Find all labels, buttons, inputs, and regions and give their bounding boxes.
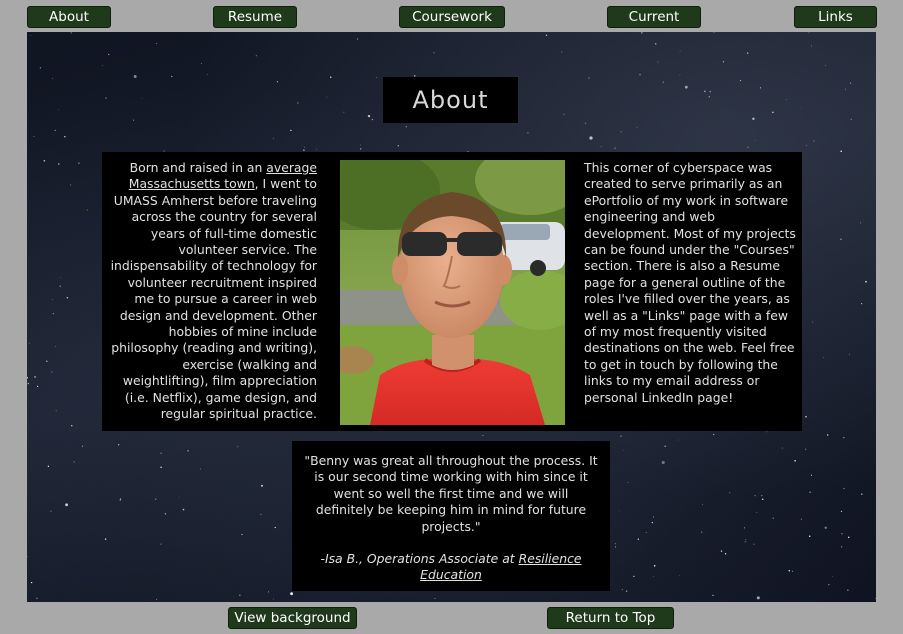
- nav-links-button[interactable]: Links: [794, 6, 877, 28]
- nav-about-button[interactable]: About: [27, 6, 111, 28]
- view-background-button[interactable]: View background: [228, 607, 357, 629]
- page-title: About: [383, 77, 518, 123]
- nav-resume-button[interactable]: Resume: [213, 6, 297, 28]
- attribution-prefix: -Isa B., Operations Associate at: [320, 551, 519, 566]
- starfield-background: About Born and raised in an average Mass…: [27, 32, 876, 602]
- return-to-top-button[interactable]: Return to Top: [547, 607, 674, 629]
- testimonial-attribution: -Isa B., Operations Associate at Resilie…: [304, 551, 598, 584]
- bio-right-text: This corner of cyberspace was created to…: [584, 160, 796, 405]
- nav-current-button[interactable]: Current: [607, 6, 701, 28]
- testimonial-panel: "Benny was great all throughout the proc…: [292, 441, 610, 591]
- bio-left-intro: Born and raised in an: [129, 160, 267, 175]
- nav-coursework-button[interactable]: Coursework: [399, 6, 505, 28]
- profile-photo: [340, 160, 565, 425]
- bio-left-text: Born and raised in an average Massachuse…: [106, 160, 317, 423]
- bio-panel: Born and raised in an average Massachuse…: [102, 152, 802, 431]
- bio-left-rest: , I went to UMASS Amherst before traveli…: [110, 176, 317, 422]
- testimonial-quote: "Benny was great all throughout the proc…: [304, 453, 598, 534]
